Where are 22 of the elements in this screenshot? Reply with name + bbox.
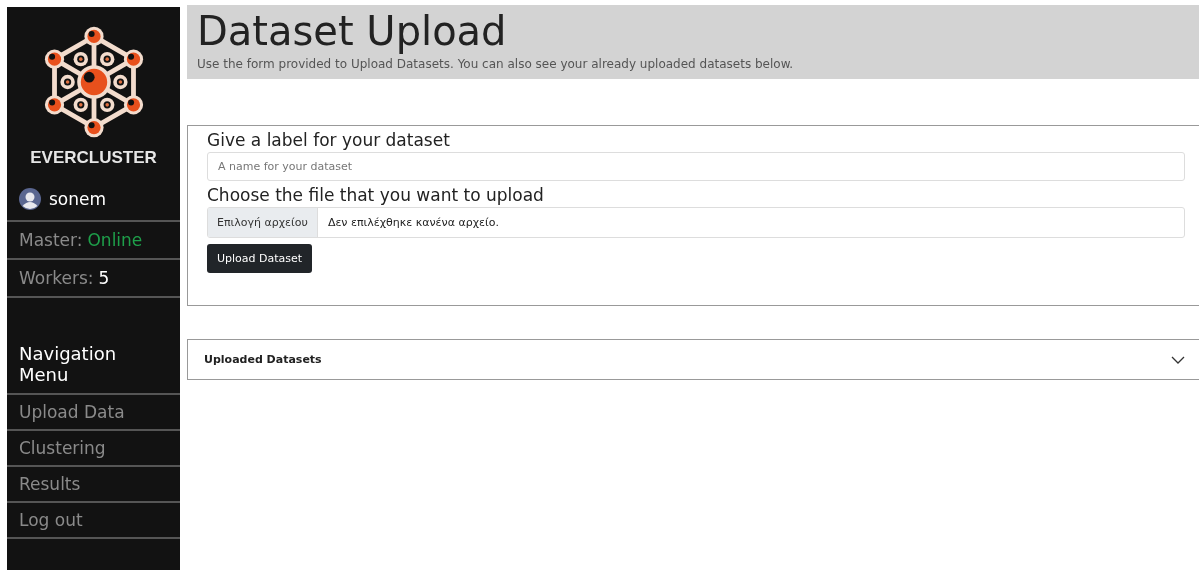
field-label: Give a label for your dataset xyxy=(207,130,451,150)
accordion-title: Uploaded Datasets xyxy=(204,353,322,366)
status-label: Master: xyxy=(19,230,83,250)
status-value: Online xyxy=(87,230,143,250)
page-title: Dataset Upload xyxy=(197,7,508,56)
nav-link[interactable]: Results xyxy=(7,467,180,503)
status-value: 5 xyxy=(98,268,110,288)
label-input-field[interactable]: A name for your dataset xyxy=(207,152,1185,181)
field-label: Choose the file that you want to upload xyxy=(207,185,545,205)
user-name: sonem xyxy=(49,189,107,209)
status-label: Workers: xyxy=(19,268,94,288)
file-input-field[interactable]: Επιλογή αρχείου Δεν επιλέχθηκε κανένα αρχείο. xyxy=(207,207,1185,238)
page-subtitle: Use the form provided to Upload Datasets. You can also see your already uploaded datasets below. xyxy=(197,57,795,71)
nav-link[interactable]: Upload Data xyxy=(7,395,180,431)
upload-button[interactable]: Upload Dataset xyxy=(207,244,313,273)
accordion-header[interactable]: Uploaded Datasets xyxy=(187,339,1199,380)
nav-link[interactable]: Clustering xyxy=(7,431,180,467)
brand-name: EVERCLUSTER xyxy=(29,148,158,168)
chevron-icon xyxy=(1171,355,1185,364)
nav-title: Navigation Menu xyxy=(7,343,180,395)
nav-link[interactable]: Log out xyxy=(7,503,180,539)
user-avatar-icon xyxy=(19,188,41,210)
